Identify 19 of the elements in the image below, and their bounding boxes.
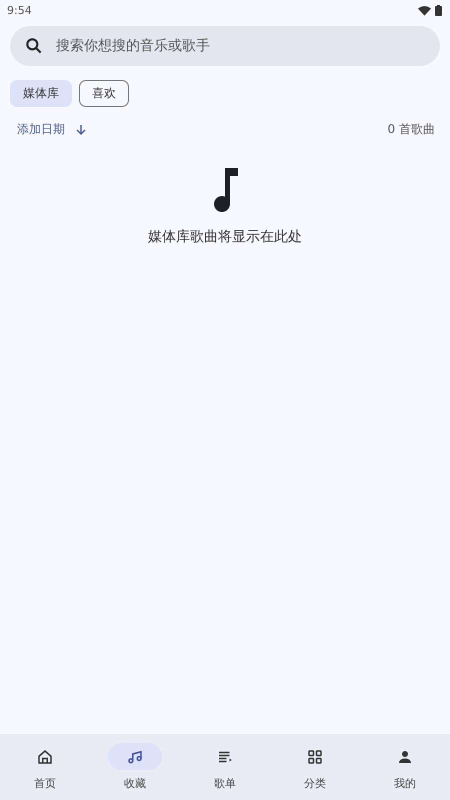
empty-message: 媒体库歌曲将显示在此处 [148, 228, 302, 246]
filter-chip[interactable]: 喜欢 [79, 80, 129, 107]
wifi-icon [418, 4, 431, 16]
nav-tab[interactable]: 歌单 [180, 743, 270, 791]
nav-tab[interactable]: 首页 [0, 743, 90, 791]
search-bar[interactable]: 搜索你想搜的音乐或歌手 [10, 26, 440, 66]
nav-tab[interactable]: 收藏 [90, 743, 180, 791]
song-count: 0 首歌曲 [388, 121, 435, 138]
battery-icon [435, 4, 442, 16]
grid-icon [306, 748, 324, 766]
nav-tab[interactable]: 我的 [360, 743, 450, 791]
nav-tab[interactable]: 分类 [270, 743, 360, 791]
search-field[interactable]: 搜索你想搜的音乐或歌手 [54, 37, 426, 55]
home-icon [36, 748, 54, 766]
search-icon [24, 36, 44, 56]
status-time: 9:54 [7, 4, 32, 16]
filter-chip[interactable]: 媒体库 [10, 80, 72, 107]
sort-button[interactable]: 添加日期 [17, 121, 87, 138]
arrow-down-icon [75, 124, 87, 136]
